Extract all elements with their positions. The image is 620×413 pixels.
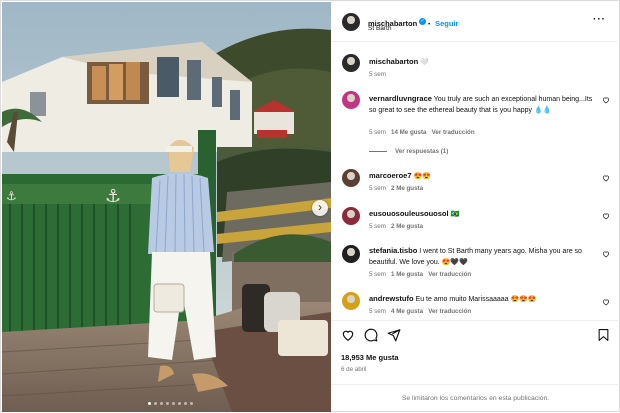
next-icon: › <box>318 200 322 214</box>
location[interactable]: St Barth <box>368 25 391 32</box>
translate-link[interactable]: Ver traducción <box>428 308 471 315</box>
carousel-dot <box>166 402 169 405</box>
svg-text:⚓: ⚓ <box>105 186 121 207</box>
heart-icon[interactable] <box>602 212 610 220</box>
comment-time: 5 sem <box>369 129 386 136</box>
comment-likes[interactable]: 2 Me gusta <box>391 223 423 230</box>
comment-text: andrewstufo Eu te amo muito Marissaaaaa … <box>369 293 537 305</box>
comments-disabled-notice: Se limitaron los comentarios en esta pub… <box>331 384 620 412</box>
like-heart-icon[interactable] <box>341 328 355 342</box>
translate-link[interactable]: Ver traducción <box>428 271 471 278</box>
translate-link[interactable]: Ver traducción <box>432 129 475 136</box>
side-panel: mischabarton ✓ • Seguir St Barth ··· misc… <box>331 2 620 412</box>
carousel-dot <box>172 402 175 405</box>
avatar[interactable] <box>342 54 360 72</box>
carousel-dot <box>160 402 163 405</box>
comment-likes[interactable]: 4 Me gusta <box>391 308 423 315</box>
comment-text: vernardluvngrace You truly are such an e… <box>369 93 597 116</box>
comment-likes[interactable]: 14 Me gusta <box>391 129 426 136</box>
comment-time: 5 sem <box>369 185 386 192</box>
caption-text: 🤍 <box>420 59 429 66</box>
comment-username[interactable]: vernardluvngrace <box>369 94 432 103</box>
comment-time: 5 sem <box>369 308 386 315</box>
comment-meta: 5 sem 2 Me gusta <box>369 223 423 230</box>
avatar[interactable] <box>342 13 360 31</box>
comment-text: stefania.tisbo I went to St Barth many y… <box>369 245 597 268</box>
reply-line <box>369 150 387 152</box>
avatar[interactable] <box>342 207 360 225</box>
carousel-dots <box>148 402 193 405</box>
avatar[interactable] <box>342 292 360 310</box>
comment-meta: 5 sem 2 Me gusta <box>369 185 423 192</box>
avatar[interactable] <box>342 169 360 187</box>
comment-username[interactable]: stefania.tisbo <box>369 246 417 255</box>
carousel-dot <box>148 402 151 405</box>
likes-count[interactable]: 18,953 Me gusta <box>341 353 399 362</box>
carousel-dot <box>154 402 157 405</box>
share-icon[interactable] <box>387 328 401 342</box>
comment-meta: 5 sem 14 Me gusta Ver traducción <box>369 129 475 136</box>
caption-time: 5 sem <box>369 71 386 78</box>
post-date: 6 de abril <box>341 366 367 373</box>
comment-text: marcoeroe7 😍😍 <box>369 170 431 182</box>
heart-icon[interactable] <box>602 174 610 182</box>
caption: mischabarton 🤍 <box>369 56 429 68</box>
comment-likes[interactable]: 2 Me gusta <box>391 185 423 192</box>
action-bar: 18,953 Me gusta 6 de abril <box>331 320 620 373</box>
carousel-dot <box>184 402 187 405</box>
comment-username[interactable]: andrewstufo <box>369 294 414 303</box>
heart-icon[interactable] <box>602 298 610 306</box>
view-replies[interactable]: Ver respuestas (1) <box>369 148 448 155</box>
comment-time: 5 sem <box>369 223 386 230</box>
comment-icon[interactable] <box>364 328 378 342</box>
comment-meta: 5 sem 4 Me gusta Ver traducción <box>369 308 471 315</box>
post-photo[interactable]: ⚓ ⚓ › <box>2 2 331 412</box>
carousel-dot <box>178 402 181 405</box>
heart-icon[interactable] <box>602 250 610 258</box>
post-header: mischabarton ✓ • Seguir St Barth ··· <box>331 2 620 42</box>
more-icon[interactable]: ··· <box>593 14 606 25</box>
avatar[interactable] <box>342 245 360 263</box>
comment-text: eusouosouleusouosol 🇧🇷 <box>369 208 459 220</box>
heart-icon[interactable] <box>602 96 610 104</box>
carousel-dot <box>190 402 193 405</box>
avatar[interactable] <box>342 91 360 109</box>
comment-username[interactable]: eusouosouleusouosol <box>369 209 449 218</box>
next-slide-button[interactable]: › <box>312 200 328 216</box>
follow-button[interactable]: Seguir <box>435 19 458 28</box>
post-modal: ⚓ ⚓ › mischabarton ✓ • Seguir St Barth ·… <box>0 0 620 412</box>
comment-username[interactable]: marcoeroe7 <box>369 171 412 180</box>
view-replies-label[interactable]: Ver respuestas (1) <box>395 148 448 155</box>
comment-meta: 5 sem 1 Me gusta Ver traducción <box>369 271 471 278</box>
comment-body: 🇧🇷 <box>450 211 460 218</box>
caption-username[interactable]: mischabarton <box>369 57 418 66</box>
svg-text:⚓: ⚓ <box>6 189 17 203</box>
comment-body: Eu te amo muito Marissaaaaa 😍😍😍 <box>415 296 537 303</box>
comment-body: 😍😍 <box>413 173 431 180</box>
comment-time: 5 sem <box>369 271 386 278</box>
comment-likes[interactable]: 1 Me gusta <box>391 271 423 278</box>
photo-scene: ⚓ ⚓ <box>2 2 331 412</box>
bookmark-icon[interactable] <box>597 328 610 342</box>
